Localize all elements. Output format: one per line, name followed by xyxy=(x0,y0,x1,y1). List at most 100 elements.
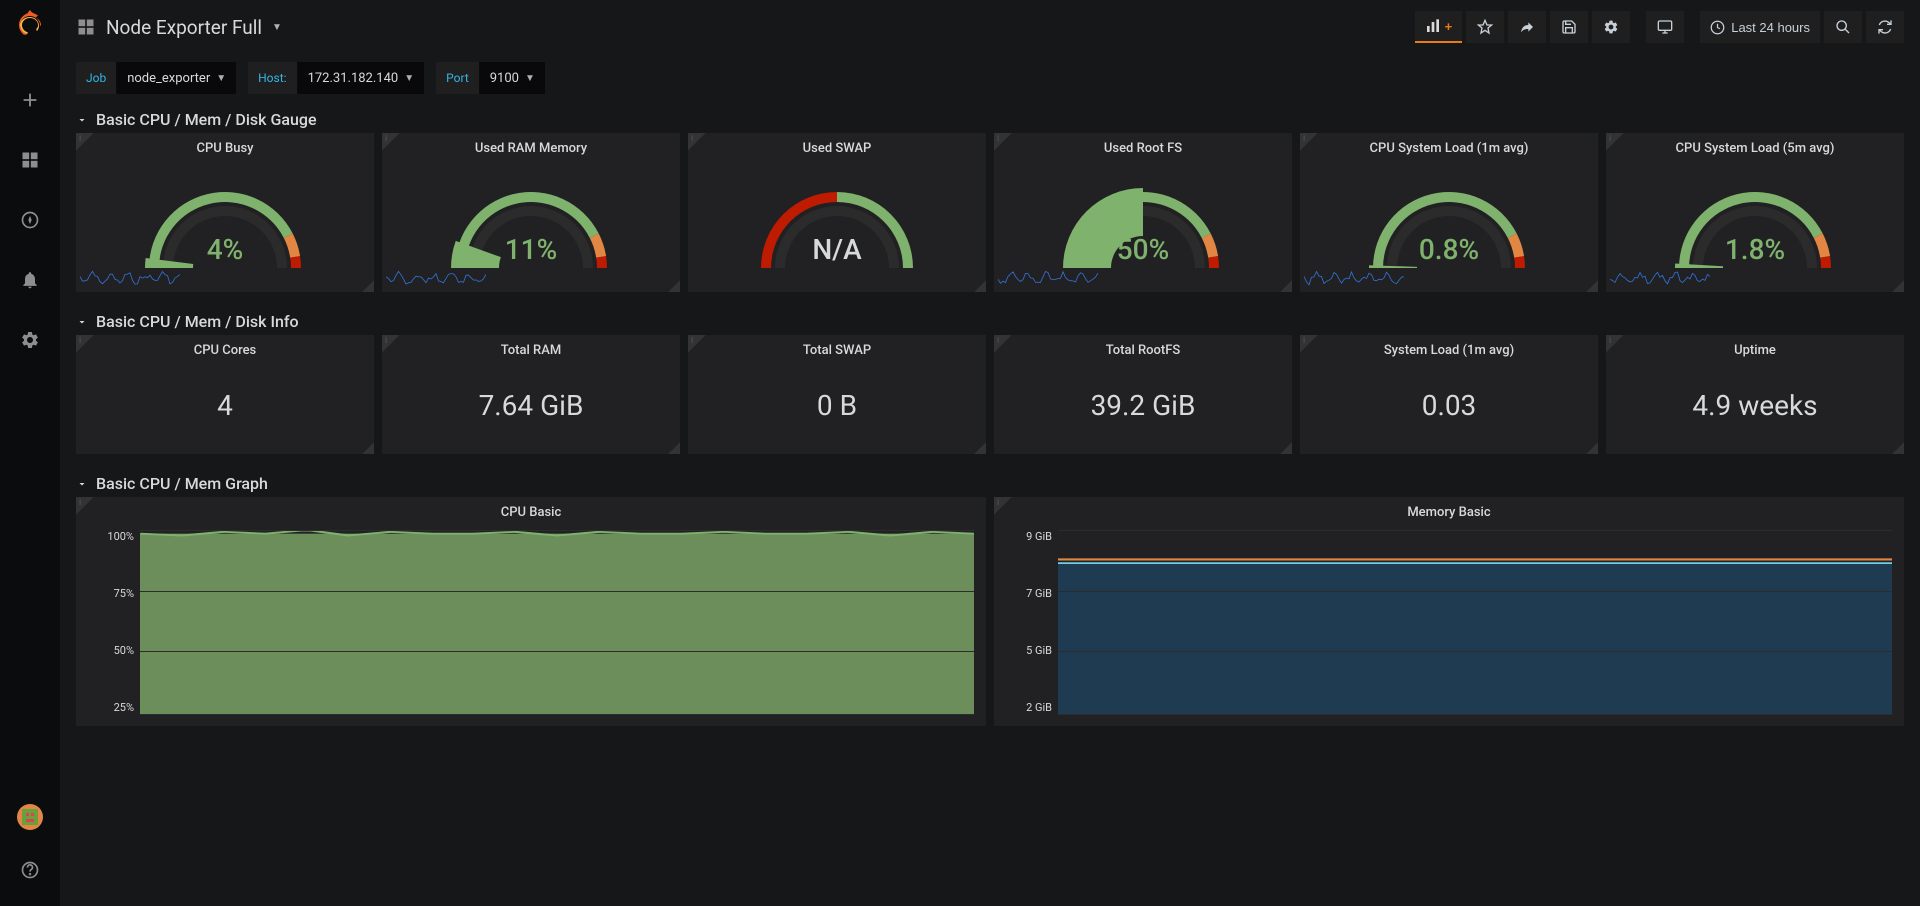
chevron-down-icon xyxy=(76,316,88,328)
panel-resize-handle[interactable] xyxy=(362,280,374,292)
panel-menu-handle[interactable]: i xyxy=(382,133,400,151)
plus-badge: + xyxy=(1445,19,1453,34)
stat-panel[interactable]: i Total SWAP 0 B xyxy=(688,335,986,454)
panel-resize-handle[interactable] xyxy=(1586,280,1598,292)
panel-menu-handle[interactable]: i xyxy=(76,335,94,353)
gauge-body: 1.8% xyxy=(1610,158,1900,288)
stat-body: 4 xyxy=(80,360,370,450)
refresh-icon xyxy=(1877,19,1893,35)
row-header-info[interactable]: Basic CPU / Mem / Disk Info xyxy=(76,304,1904,335)
panel-resize-handle[interactable] xyxy=(1892,280,1904,292)
star-button[interactable] xyxy=(1466,11,1504,43)
gauge-panel[interactable]: i CPU System Load (5m avg) 1.8% xyxy=(1606,133,1904,292)
gauge-panel[interactable]: i Used RAM Memory 11% xyxy=(382,133,680,292)
panel-resize-handle[interactable] xyxy=(362,442,374,454)
var-host-label: Host: xyxy=(248,62,297,94)
share-button[interactable] xyxy=(1508,11,1546,43)
panel-menu-handle[interactable]: i xyxy=(688,335,706,353)
y-tick-label: 50% xyxy=(86,644,134,657)
panel-resize-handle[interactable] xyxy=(1586,442,1598,454)
gauge-value: 50% xyxy=(1117,233,1169,266)
zoom-out-button[interactable] xyxy=(1824,11,1862,43)
panel-memory-basic[interactable]: i Memory Basic 9 GiB7 GiB5 GiB2 GiB xyxy=(994,497,1904,726)
panel-title: Total RootFS xyxy=(998,339,1288,360)
nav-help[interactable] xyxy=(10,850,50,890)
panel-title: Used SWAP xyxy=(692,137,982,158)
chevron-down-icon xyxy=(76,478,88,490)
var-port-select[interactable]: 9100 ▼ xyxy=(480,62,545,94)
bar-chart-icon xyxy=(1425,18,1441,34)
panel-menu-handle[interactable]: i xyxy=(76,133,94,151)
user-avatar[interactable] xyxy=(17,804,43,830)
dashboard-title[interactable]: Node Exporter Full ▼ xyxy=(76,16,282,39)
star-icon xyxy=(1477,19,1493,35)
panel-menu-handle[interactable]: i xyxy=(1300,133,1318,151)
share-icon xyxy=(1519,19,1535,35)
panel-title: CPU System Load (1m avg) xyxy=(1304,137,1594,158)
stat-body: 39.2 GiB xyxy=(998,360,1288,450)
panel-title: Total SWAP xyxy=(692,339,982,360)
panel-menu-handle[interactable]: i xyxy=(994,497,1012,515)
y-tick-label: 75% xyxy=(86,587,134,600)
var-host-select[interactable]: 172.31.182.140 ▼ xyxy=(298,62,425,94)
var-host-value: 172.31.182.140 xyxy=(308,71,399,86)
y-tick-label: 25% xyxy=(86,701,134,714)
settings-button[interactable] xyxy=(1592,11,1630,43)
gauge-panel[interactable]: i CPU Busy 4% xyxy=(76,133,374,292)
dashboard-title-text: Node Exporter Full xyxy=(106,16,262,39)
panel-menu-handle[interactable]: i xyxy=(1300,335,1318,353)
var-job-select[interactable]: node_exporter ▼ xyxy=(117,62,236,94)
row-title: Basic CPU / Mem / Disk Info xyxy=(96,312,299,331)
panel-resize-handle[interactable] xyxy=(668,280,680,292)
stat-panel[interactable]: i CPU Cores 4 xyxy=(76,335,374,454)
cycle-view-button[interactable] xyxy=(1646,11,1684,43)
panel-resize-handle[interactable] xyxy=(1280,280,1292,292)
add-panel-button[interactable]: + xyxy=(1415,11,1463,43)
panel-menu-handle[interactable]: i xyxy=(382,335,400,353)
chart-area: 9 GiB7 GiB5 GiB2 GiB xyxy=(998,522,1900,722)
panel-resize-handle[interactable] xyxy=(1892,442,1904,454)
var-job-value: node_exporter xyxy=(127,71,210,86)
nav-alerting[interactable] xyxy=(10,260,50,300)
nav-explore[interactable] xyxy=(10,200,50,240)
nav-config[interactable] xyxy=(10,320,50,360)
row-header-graphs[interactable]: Basic CPU / Mem Graph xyxy=(76,466,1904,497)
panel-title: Used Root FS xyxy=(998,137,1288,158)
stat-body: 0.03 xyxy=(1304,360,1594,450)
stat-panel[interactable]: i Uptime 4.9 weeks xyxy=(1606,335,1904,454)
grafana-logo[interactable] xyxy=(14,8,46,40)
y-tick-label: 7 GiB xyxy=(1004,587,1052,600)
panel-menu-handle[interactable]: i xyxy=(994,133,1012,151)
panel-menu-handle[interactable]: i xyxy=(994,335,1012,353)
row-header-gauges[interactable]: Basic CPU / Mem / Disk Gauge xyxy=(76,102,1904,133)
panel-menu-handle[interactable]: i xyxy=(688,133,706,151)
gauge-panel[interactable]: i Used Root FS 50% xyxy=(994,133,1292,292)
panel-menu-handle[interactable]: i xyxy=(76,497,94,515)
panel-resize-handle[interactable] xyxy=(668,442,680,454)
panel-resize-handle[interactable] xyxy=(1280,442,1292,454)
panel-title: CPU Cores xyxy=(80,339,370,360)
panel-title: CPU System Load (5m avg) xyxy=(1610,137,1900,158)
gauge-panel[interactable]: i Used SWAP N/A xyxy=(688,133,986,292)
panel-resize-handle[interactable] xyxy=(974,280,986,292)
row-title: Basic CPU / Mem / Disk Gauge xyxy=(96,110,317,129)
stat-value: 4.9 weeks xyxy=(1692,389,1817,422)
panel-menu-handle[interactable]: i xyxy=(1606,133,1624,151)
refresh-button[interactable] xyxy=(1866,11,1904,43)
save-button[interactable] xyxy=(1550,11,1588,43)
nav-dashboards[interactable] xyxy=(10,140,50,180)
panel-menu-handle[interactable]: i xyxy=(1606,335,1624,353)
gauge-value: N/A xyxy=(812,233,861,266)
search-icon xyxy=(1835,19,1851,35)
caret-down-icon: ▼ xyxy=(525,73,535,84)
stat-panel[interactable]: i Total RAM 7.64 GiB xyxy=(382,335,680,454)
time-range-picker[interactable]: Last 24 hours xyxy=(1700,11,1820,43)
panel-title: Total RAM xyxy=(386,339,676,360)
stat-panel[interactable]: i System Load (1m avg) 0.03 xyxy=(1300,335,1598,454)
stat-panel[interactable]: i Total RootFS 39.2 GiB xyxy=(994,335,1292,454)
gauge-panel[interactable]: i CPU System Load (1m avg) 0.8% xyxy=(1300,133,1598,292)
y-tick-label: 100% xyxy=(86,530,134,543)
panel-cpu-basic[interactable]: i CPU Basic 100%75%50%25% xyxy=(76,497,986,726)
panel-resize-handle[interactable] xyxy=(974,442,986,454)
nav-create[interactable] xyxy=(10,80,50,120)
